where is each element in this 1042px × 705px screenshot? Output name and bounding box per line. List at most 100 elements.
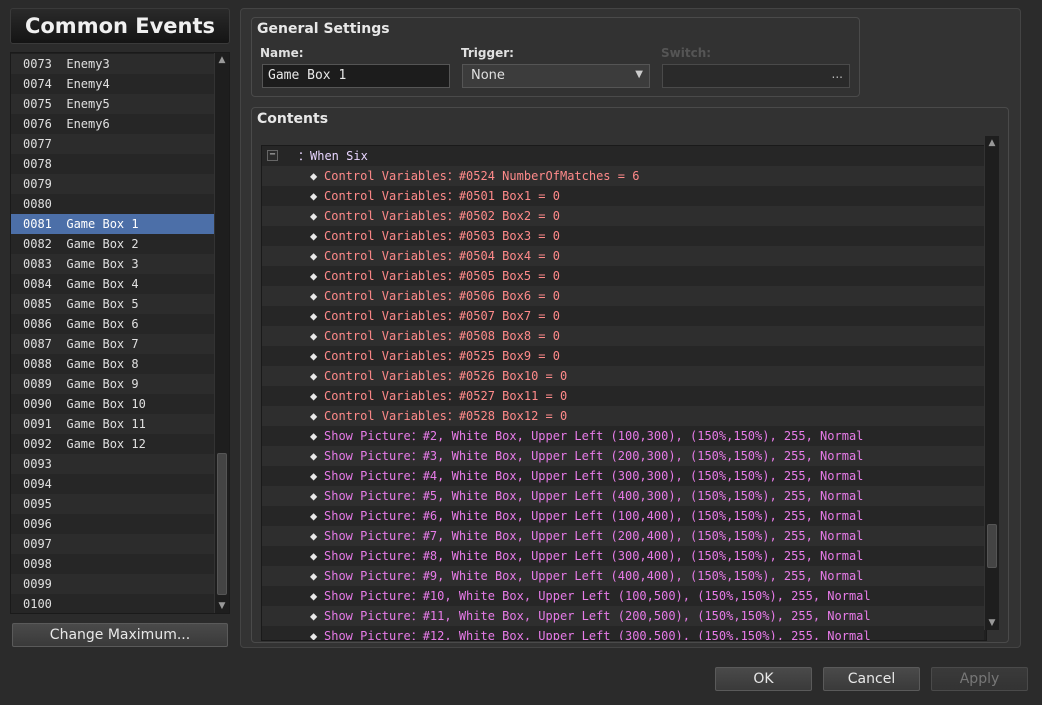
diamond-icon: ◆ <box>310 589 318 603</box>
contents-title: Contents <box>257 111 329 127</box>
event-id: 0075 <box>23 97 52 111</box>
event-list-scrollbar[interactable]: ▲ ▼ <box>214 53 229 613</box>
cancel-button[interactable]: Cancel <box>823 667 920 691</box>
command-row[interactable]: ◆ Control Variables：#0503 Box3 = 0 <box>262 226 984 246</box>
list-item[interactable]: 0098 <box>11 554 214 574</box>
list-item[interactable]: 0095 <box>11 494 214 514</box>
list-item[interactable]: 0080 <box>11 194 214 214</box>
event-id: 0077 <box>23 137 52 151</box>
command-row[interactable]: ◆ Show Picture：#2, White Box, Upper Left … <box>262 426 984 446</box>
list-item[interactable]: 0087 Game Box 7 <box>11 334 214 354</box>
list-item[interactable]: 0093 <box>11 454 214 474</box>
list-item[interactable]: 0076 Enemy6 <box>11 114 214 134</box>
command-row[interactable]: ◆ Control Variables：#0506 Box6 = 0 <box>262 286 984 306</box>
list-item[interactable]: 0081 Game Box 1 <box>11 214 214 234</box>
list-item[interactable]: 0090 Game Box 10 <box>11 394 214 414</box>
command-row[interactable]: ◆ Control Variables：#0508 Box8 = 0 <box>262 326 984 346</box>
common-events-list[interactable]: 0073 Enemy3 0074 Enemy4 0075 Enemy5 0076 En… <box>10 52 230 614</box>
command-row[interactable]: ◆ Show Picture：#12, White Box, Upper Left… <box>262 626 984 641</box>
list-item[interactable]: 0099 <box>11 574 214 594</box>
command-text: Show Picture：#11, White Box, Upper Left … <box>324 609 871 623</box>
command-text: Control Variables：#0508 Box8 = 0 <box>324 329 560 343</box>
command-row[interactable]: ◆ Show Picture：#7, White Box, Upper Left … <box>262 526 984 546</box>
name-field[interactable]: Game Box 1 <box>262 64 450 88</box>
command-row[interactable]: ◆ Control Variables：#0526 Box10 = 0 <box>262 366 984 386</box>
scroll-thumb[interactable] <box>987 524 997 568</box>
command-row[interactable]: ◆ Control Variables：#0504 Box4 = 0 <box>262 246 984 266</box>
command-row[interactable]: ◆ Show Picture：#5, White Box, Upper Left … <box>262 486 984 506</box>
scroll-up-icon[interactable]: ▲ <box>985 136 999 150</box>
command-row[interactable]: ◆ Show Picture：#10, White Box, Upper Left… <box>262 586 984 606</box>
list-item[interactable]: 0089 Game Box 9 <box>11 374 214 394</box>
list-item[interactable]: 0085 Game Box 5 <box>11 294 214 314</box>
change-maximum-button[interactable]: Change Maximum... <box>12 623 228 647</box>
diamond-icon: ◆ <box>310 569 318 583</box>
list-item[interactable]: 0088 Game Box 8 <box>11 354 214 374</box>
command-rows: − ：When Six ◆ Control Variables：#0524 Numbe… <box>262 146 984 641</box>
event-name: Game Box 7 <box>66 337 139 351</box>
list-item[interactable]: 0077 <box>11 134 214 154</box>
chevron-down-icon: ▼ <box>635 69 643 80</box>
list-item[interactable]: 0082 Game Box 2 <box>11 234 214 254</box>
switch-label: Switch: <box>661 46 712 60</box>
scroll-down-icon[interactable]: ▼ <box>215 599 229 613</box>
command-row[interactable]: ◆ Show Picture：#4, White Box, Upper Left … <box>262 466 984 486</box>
command-row[interactable]: ◆ Control Variables：#0525 Box9 = 0 <box>262 346 984 366</box>
list-item[interactable]: 0100 <box>11 594 214 613</box>
command-row[interactable]: ◆ Control Variables：#0501 Box1 = 0 <box>262 186 984 206</box>
command-text: Control Variables：#0505 Box5 = 0 <box>324 269 560 283</box>
list-item[interactable]: 0084 Game Box 4 <box>11 274 214 294</box>
scroll-up-icon[interactable]: ▲ <box>215 53 229 67</box>
list-item[interactable]: 0083 Game Box 3 <box>11 254 214 274</box>
command-row[interactable]: ◆ Show Picture：#3, White Box, Upper Left … <box>262 446 984 466</box>
list-item[interactable]: 0086 Game Box 6 <box>11 314 214 334</box>
event-id: 0089 <box>23 377 52 391</box>
command-row[interactable]: ◆ Control Variables：#0524 NumberOfMatches… <box>262 166 984 186</box>
list-item[interactable]: 0074 Enemy4 <box>11 74 214 94</box>
trigger-value: None <box>471 68 505 83</box>
command-row[interactable]: ◆ Show Picture：#8, White Box, Upper Left … <box>262 546 984 566</box>
command-row[interactable]: − ：When Six <box>262 146 984 166</box>
list-item[interactable]: 0078 <box>11 154 214 174</box>
command-row[interactable]: ◆ Show Picture：#11, White Box, Upper Left… <box>262 606 984 626</box>
command-row[interactable]: ◆ Control Variables：#0527 Box11 = 0 <box>262 386 984 406</box>
command-row[interactable]: ◆ Control Variables：#0505 Box5 = 0 <box>262 266 984 286</box>
event-id: 0094 <box>23 477 52 491</box>
event-id: 0096 <box>23 517 52 531</box>
command-text: ：When Six <box>298 149 368 163</box>
ok-button[interactable]: OK <box>715 667 812 691</box>
event-id: 0100 <box>23 597 52 611</box>
list-item[interactable]: 0091 Game Box 11 <box>11 414 214 434</box>
command-row[interactable]: ◆ Control Variables：#0507 Box7 = 0 <box>262 306 984 326</box>
command-text: Show Picture：#12, White Box, Upper Left … <box>324 629 871 641</box>
command-list-scrollbar[interactable]: ▲ ▼ <box>984 136 999 630</box>
list-item[interactable]: 0079 <box>11 174 214 194</box>
collapse-icon[interactable]: − <box>267 150 278 161</box>
common-events-pane: Common Events 0073 Enemy3 0074 Enemy4 0075… <box>0 0 236 660</box>
command-row[interactable]: ◆ Show Picture：#6, White Box, Upper Left … <box>262 506 984 526</box>
event-editor-pane: General Settings Name: Game Box 1 Trigge… <box>240 8 1021 648</box>
command-text: Show Picture：#2, White Box, Upper Left (… <box>324 429 864 443</box>
list-item[interactable]: 0075 Enemy5 <box>11 94 214 114</box>
list-item[interactable]: 0092 Game Box 12 <box>11 434 214 454</box>
command-row[interactable]: ◆ Control Variables：#0502 Box2 = 0 <box>262 206 984 226</box>
scroll-down-icon[interactable]: ▼ <box>985 616 999 630</box>
event-id: 0092 <box>23 437 52 451</box>
command-row[interactable]: ◆ Show Picture：#9, White Box, Upper Left … <box>262 566 984 586</box>
event-name: Game Box 9 <box>66 377 139 391</box>
trigger-dropdown[interactable]: None ▼ <box>462 64 650 88</box>
command-text: Control Variables：#0502 Box2 = 0 <box>324 209 560 223</box>
switch-select-button[interactable]: ... <box>832 67 843 81</box>
command-list[interactable]: − ：When Six ◆ Control Variables：#0524 Numbe… <box>261 145 987 641</box>
event-name: Game Box 1 <box>66 217 139 231</box>
command-row[interactable]: ◆ Control Variables：#0528 Box12 = 0 <box>262 406 984 426</box>
event-name: Game Box 2 <box>66 237 139 251</box>
list-item[interactable]: 0097 <box>11 534 214 554</box>
command-text: Show Picture：#7, White Box, Upper Left (… <box>324 529 864 543</box>
list-item[interactable]: 0096 <box>11 514 214 534</box>
event-id: 0099 <box>23 577 52 591</box>
event-id: 0095 <box>23 497 52 511</box>
list-item[interactable]: 0073 Enemy3 <box>11 54 214 74</box>
list-item[interactable]: 0094 <box>11 474 214 494</box>
scroll-thumb[interactable] <box>217 453 227 595</box>
